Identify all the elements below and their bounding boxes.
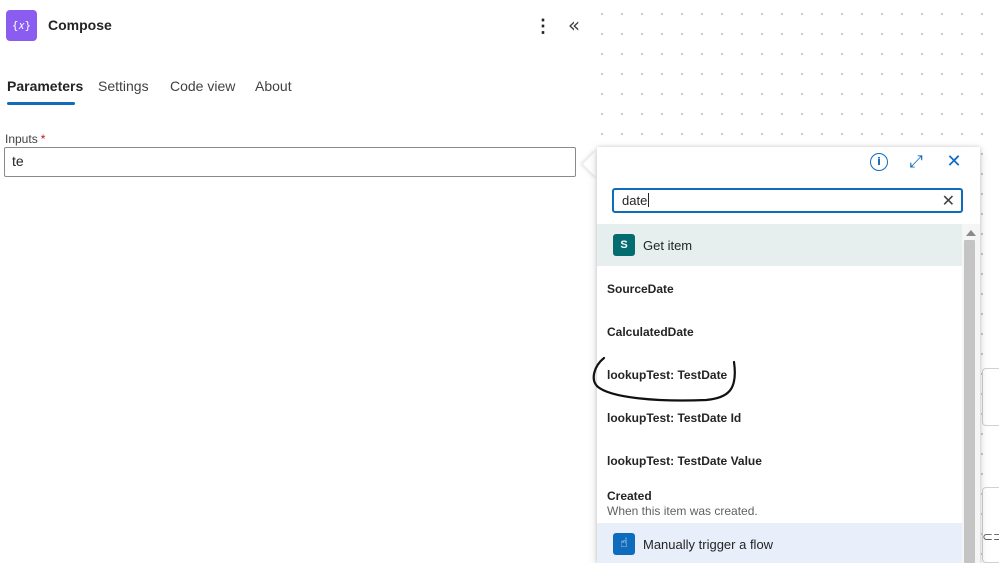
- more-options-button[interactable]: ⋮: [533, 15, 553, 37]
- token-name: lookupTest: TestDate Id: [607, 411, 742, 425]
- scroll-up-arrow-icon[interactable]: [966, 230, 976, 236]
- close-icon[interactable]: ✕: [945, 153, 963, 171]
- group-label: Manually trigger a flow: [643, 537, 774, 552]
- token-name: lookupTest: TestDate: [607, 368, 728, 382]
- active-tab-indicator: [7, 102, 75, 105]
- token-item[interactable]: lookupTest: TestDate Value: [607, 454, 952, 468]
- dynamic-content-popup: i ⤢ ✕ date ✕ S Get item SourceDate Calcu…: [597, 147, 980, 563]
- token-name: CalculatedDate: [607, 325, 694, 339]
- token-name: Created: [607, 489, 652, 503]
- text-caret: [648, 193, 650, 207]
- token-item[interactable]: SourceDate: [607, 282, 952, 296]
- sharepoint-icon: S: [613, 234, 635, 256]
- token-name: lookupTest: TestDate Value: [607, 454, 762, 468]
- tab-about[interactable]: About: [255, 78, 292, 94]
- dynamic-content-list: S Get item SourceDate CalculatedDate loo…: [597, 224, 962, 563]
- action-title[interactable]: Compose: [48, 17, 112, 33]
- collapse-panel-button[interactable]: «: [563, 14, 585, 38]
- group-header-manual-trigger[interactable]: ☝ Manually trigger a flow: [597, 523, 962, 563]
- clear-search-icon[interactable]: ✕: [942, 191, 955, 210]
- search-input-value: date: [622, 193, 648, 208]
- token-name: SourceDate: [607, 282, 674, 296]
- tab-parameters[interactable]: Parameters: [7, 78, 83, 94]
- scrollbar-thumb[interactable]: [964, 240, 975, 563]
- canvas-action-card[interactable]: [982, 368, 999, 426]
- group-label: Get item: [643, 238, 693, 253]
- token-description: When this item was created.: [607, 504, 758, 518]
- token-item[interactable]: CalculatedDate: [607, 325, 952, 339]
- canvas-action-card[interactable]: ⊂⊃: [982, 487, 999, 563]
- token-item[interactable]: Created When this item was created.: [607, 489, 952, 518]
- action-config-panel: {𝑥} Compose ⋮ « Parameters Settings Code…: [0, 0, 588, 563]
- group-header-get-item[interactable]: S Get item: [597, 224, 962, 266]
- tab-list: Parameters Settings Code view About: [0, 74, 400, 106]
- required-marker: *: [40, 132, 46, 146]
- inputs-label: Inputs *: [5, 132, 45, 146]
- inputs-field[interactable]: te: [4, 147, 576, 177]
- tab-settings[interactable]: Settings: [98, 78, 149, 94]
- expand-icon[interactable]: ⤢: [907, 153, 925, 171]
- manual-trigger-icon: ☝: [613, 533, 635, 555]
- info-icon[interactable]: i: [870, 153, 888, 171]
- compose-braces-icon: {𝑥}: [6, 10, 37, 41]
- link-icon: ⊂⊃: [982, 530, 999, 545]
- inputs-field-value: te: [12, 153, 24, 169]
- tab-code-view[interactable]: Code view: [170, 78, 235, 94]
- dynamic-content-search-input[interactable]: date ✕: [612, 188, 963, 213]
- inputs-label-text: Inputs: [5, 132, 38, 146]
- token-item[interactable]: lookupTest: TestDate Id: [607, 411, 952, 425]
- token-item[interactable]: lookupTest: TestDate: [607, 368, 952, 382]
- list-scrollbar[interactable]: [962, 224, 980, 563]
